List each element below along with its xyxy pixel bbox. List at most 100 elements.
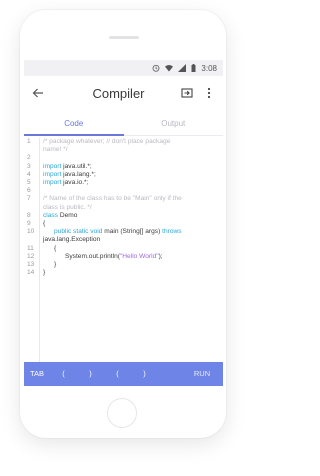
line-number: 7 (27, 195, 31, 203)
line-number: 3 (27, 162, 31, 170)
code-token: java.lang.Exception (43, 236, 101, 244)
phone-frame: 3:08 Compiler Code Output 1/* package wh… (20, 10, 226, 438)
code-token: /* Name of the class has to be "Main" on… (43, 195, 182, 203)
code-token: java.io.*; (61, 179, 89, 187)
code-token: } (43, 261, 57, 269)
line-number: 11 (27, 244, 34, 252)
gutter-divider (39, 138, 40, 362)
code-token: import (43, 170, 62, 178)
more-vert-icon[interactable] (201, 85, 217, 101)
code-token: name! */ (43, 146, 68, 154)
code-text: class Demo (36, 212, 219, 220)
code-token: java.util.*; (61, 162, 92, 170)
code-token: } (43, 269, 46, 277)
code-text: import java.lang.*; (36, 171, 219, 179)
key-toolbar: TAB ( ) ( ) RUN (24, 362, 223, 386)
line-number (24, 204, 36, 212)
alarm-icon (152, 64, 160, 72)
code-token: main (String[] args) (102, 228, 163, 236)
app-bar: Compiler (24, 76, 223, 110)
code-line: 13 } (24, 261, 223, 269)
code-line: java.lang.Exception (24, 236, 223, 244)
code-line: 4 import java.lang.*; (24, 171, 223, 179)
code-line: class is public. */ (24, 204, 223, 212)
run-export-icon[interactable] (179, 85, 195, 101)
status-time: 3:08 (201, 63, 217, 73)
code-line: 14} (24, 269, 223, 277)
tab-code[interactable]: Code (24, 115, 124, 136)
code-line: 9{ (24, 220, 223, 228)
code-token: class is public. */ (43, 203, 92, 211)
battery-icon (191, 64, 196, 72)
line-number: 4 (27, 170, 31, 178)
line-number: 13 (27, 261, 35, 269)
line-number: 2 (27, 154, 31, 162)
code-token: /* package whatever; // don't place pack… (43, 138, 171, 145)
close-paren-key[interactable]: ) (131, 362, 158, 386)
code-text: import java.util.*; (36, 163, 219, 171)
code-text: /* Name of the class has to be "Main" on… (36, 195, 219, 203)
home-button[interactable] (107, 398, 137, 428)
line-number: 9 (27, 220, 31, 228)
code-token: import (43, 162, 62, 170)
code-text: /* package whatever; // don't place pack… (36, 138, 219, 146)
run-button[interactable]: RUN (181, 362, 223, 386)
page: 3:08 Compiler Code Output 1/* package wh… (0, 0, 266, 476)
line-number: 6 (27, 187, 31, 195)
code-text: { (36, 245, 219, 253)
code-text: name! */ (36, 146, 219, 154)
code-line: 3 import java.util.*; (24, 163, 223, 171)
code-text: } (36, 269, 219, 277)
line-number: 14 (27, 269, 35, 277)
app-screen: 3:08 Compiler Code Output 1/* package wh… (24, 60, 223, 386)
code-token: { (43, 220, 46, 228)
code-token: class (43, 211, 59, 219)
code-token: throws (162, 228, 182, 236)
code-token: "Hello World" (119, 252, 159, 260)
tab-bar: Code Output (24, 115, 223, 136)
code-text: } (36, 261, 219, 269)
tab-output[interactable]: Output (124, 115, 224, 135)
line-number (24, 146, 36, 154)
close-paren-key[interactable]: ) (77, 362, 104, 386)
open-paren-key[interactable]: ( (104, 362, 131, 386)
page-title: Compiler (92, 85, 145, 101)
line-number: 12 (27, 252, 35, 260)
code-editor[interactable]: 1 /* package whatever; // don't place pac… (24, 138, 223, 362)
code-token: public static void (43, 228, 103, 236)
back-arrow-icon[interactable] (30, 85, 46, 101)
code-line: 6 (24, 187, 223, 195)
code-line: 7 /* Name of the class has to be "Main" o… (24, 195, 223, 203)
code-line: 8 class Demo (24, 212, 223, 220)
line-number: 5 (27, 179, 31, 187)
code-line: 12 System.out.println("Hello World"); (24, 253, 223, 261)
wifi-icon (165, 64, 174, 72)
code-line: 1 /* package whatever; // don't place pac… (24, 138, 223, 146)
line-number: 1 (27, 138, 31, 145)
code-token: { (43, 244, 57, 252)
tab-key-button[interactable]: TAB (24, 362, 50, 386)
code-line: 5 import java.io.*; (24, 179, 223, 187)
code-token: ); (158, 252, 163, 260)
status-bar: 3:08 (24, 60, 223, 76)
code-text: { (36, 220, 219, 228)
code-token: import (43, 179, 62, 187)
code-text: class is public. */ (36, 204, 219, 212)
code-text: System.out.println("Hello World"); (36, 253, 219, 261)
line-number: 10 (27, 228, 35, 236)
open-paren-key[interactable]: ( (50, 362, 77, 386)
code-line: name! */ (24, 146, 223, 154)
code-token: System.out.println( (43, 252, 120, 260)
line-number (24, 236, 36, 244)
signal-icon (178, 64, 187, 72)
code-line: 2 (24, 154, 223, 162)
phone-speaker (109, 36, 139, 39)
code-line: 11 { (24, 245, 223, 253)
code-text: public static void main (String[] args) … (36, 228, 219, 236)
code-text: java.lang.Exception (36, 236, 219, 244)
code-text: import java.io.*; (36, 179, 219, 187)
code-line: 10 public static void main (String[] arg… (24, 228, 223, 236)
line-number: 8 (27, 211, 31, 219)
